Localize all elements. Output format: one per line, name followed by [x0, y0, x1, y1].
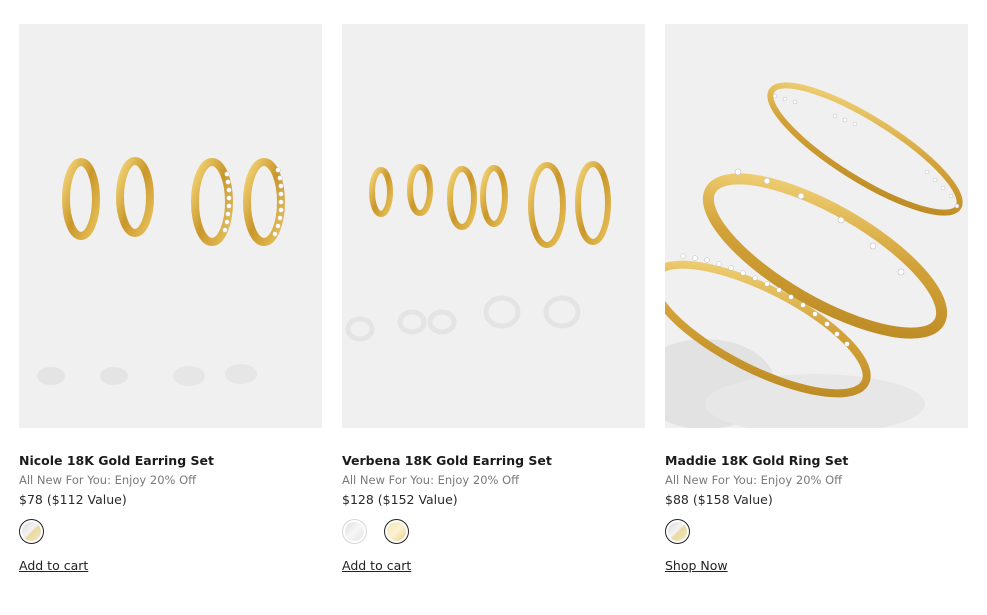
promo-text: All New For You: Enjoy 20% Off: [342, 473, 520, 487]
add-to-cart-link[interactable]: Add to cart: [19, 558, 88, 574]
swatch-mixed-metal[interactable]: [665, 519, 690, 544]
earring-set-image: [342, 24, 645, 428]
product-name[interactable]: Nicole 18K Gold Earring Set: [19, 453, 322, 469]
swatch-silver[interactable]: [342, 519, 367, 544]
swatch-gold[interactable]: [384, 519, 409, 544]
product-name[interactable]: Verbena 18K Gold Earring Set: [342, 453, 645, 469]
color-swatches: [342, 519, 645, 544]
promo-text: All New For You: Enjoy 20% Off: [19, 473, 197, 487]
ring-set-image: [665, 24, 968, 428]
promo-text: All New For You: Enjoy 20% Off: [665, 473, 843, 487]
product-price: $78 ($112 Value): [19, 492, 127, 507]
swatch-mixed-metal[interactable]: [19, 519, 44, 544]
color-swatches: [665, 519, 968, 544]
product-price: $88 ($158 Value): [665, 492, 773, 507]
product-name[interactable]: Maddie 18K Gold Ring Set: [665, 453, 968, 469]
product-grid: Nicole 18K Gold Earring Set All New For …: [19, 24, 968, 574]
add-to-cart-link[interactable]: Add to cart: [342, 558, 411, 574]
product-image-maddie-ring-set[interactable]: [665, 24, 968, 428]
earring-set-image: [19, 24, 322, 428]
product-card: Verbena 18K Gold Earring Set All New For…: [342, 24, 645, 574]
product-image-nicole-earring-set[interactable]: [19, 24, 322, 428]
shop-now-link[interactable]: Shop Now: [665, 558, 728, 574]
product-price: $128 ($152 Value): [342, 492, 458, 507]
product-card: Nicole 18K Gold Earring Set All New For …: [19, 24, 322, 574]
product-card: Maddie 18K Gold Ring Set All New For You…: [665, 24, 968, 574]
product-image-verbena-earring-set[interactable]: [342, 24, 645, 428]
color-swatches: [19, 519, 322, 544]
